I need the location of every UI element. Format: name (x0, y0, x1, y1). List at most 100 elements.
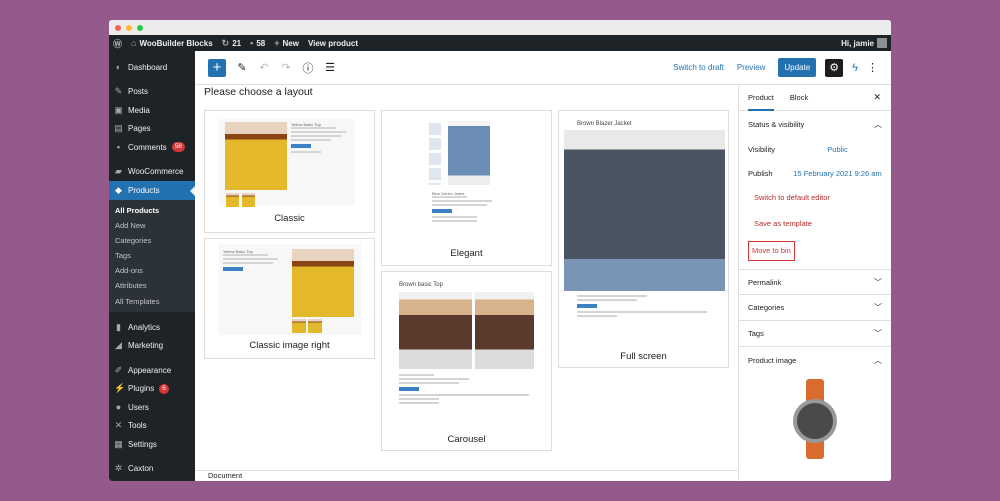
layout-card-elegant[interactable]: Blue Denim Jeans Elegant (381, 110, 552, 266)
sidebar-item-media[interactable]: ▣ Media (109, 101, 195, 120)
woo-icon: ▰ (115, 166, 122, 177)
site-name-link[interactable]: ⌂ WooBuilder Blocks (131, 38, 213, 48)
sidebar-item-appearance[interactable]: ✐ Appearance (109, 361, 195, 380)
sidebar-item-marketing[interactable]: ◢ Marketing (109, 336, 195, 355)
submenu-categories[interactable]: Categories (109, 233, 195, 248)
brown-top-image-1 (399, 292, 472, 369)
wordpress-logo-icon[interactable]: Ⓦ (113, 37, 122, 50)
publish-date-toggle[interactable]: 15 February 2021 9:26 am (793, 169, 882, 178)
update-button[interactable]: Update (778, 58, 817, 77)
chevron-down-icon: ﹀ (874, 329, 882, 338)
wrench-icon: ✕ (114, 420, 123, 431)
maximize-window-button[interactable] (137, 24, 143, 31)
elegant-product-summary: Blue Denim Jeans (432, 191, 502, 224)
close-window-button[interactable] (115, 24, 121, 31)
sidebar-item-posts[interactable]: ✎ Posts (109, 83, 195, 102)
account-menu[interactable]: Hi, jamie (841, 38, 887, 48)
status-visibility-panel-header[interactable]: Status & visibility ︿ (739, 111, 891, 137)
more-options-icon[interactable]: ⋮ (867, 61, 878, 74)
comment-icon: ▪ (250, 38, 254, 48)
updates-link[interactable]: ↻ 21 (222, 38, 241, 49)
submenu-attributes[interactable]: Attributes (109, 278, 195, 293)
comment-icon: ▪ (116, 142, 121, 153)
plus-icon: + (274, 38, 280, 48)
lightning-icon[interactable]: ϟ (852, 62, 858, 74)
editor-toolbar: + ✎ ↶ ↷ ⓘ ☰ Switch to draft Preview Upda… (195, 51, 891, 85)
minimize-window-button[interactable] (126, 24, 132, 31)
classic-right-product-summary: Yellow Basic Top (223, 249, 283, 274)
yellow-top-product-image (292, 249, 354, 317)
view-product-link[interactable]: View product (308, 39, 358, 48)
submenu-all-templates[interactable]: All Templates (109, 294, 195, 309)
submenu-all-products[interactable]: All Products (109, 203, 195, 218)
add-block-button[interactable]: + (208, 58, 226, 77)
window-titlebar (109, 20, 891, 35)
sidebar-item-comments[interactable]: ▪ Comments 58 (109, 138, 195, 157)
submenu-add-new[interactable]: Add New (109, 218, 195, 233)
layout-label-elegant: Elegant (450, 248, 483, 259)
layout-chooser: Please choose a layout Yellow Basic Top … (195, 85, 738, 470)
visibility-toggle[interactable]: Public (793, 145, 882, 154)
redo-icon[interactable]: ↷ (280, 61, 292, 74)
user-icon: ● (115, 402, 122, 413)
sidebar-item-users[interactable]: ● Users (109, 398, 195, 417)
pin-icon: ✎ (114, 86, 123, 97)
layout-card-full-screen[interactable]: Brown Blazer Jacket Full screen (558, 110, 729, 368)
block-editor: + ✎ ↶ ↷ ⓘ ☰ Switch to draft Preview Upda… (195, 51, 891, 481)
home-icon: ⌂ (131, 38, 137, 48)
tags-panel-header[interactable]: Tags ﹀ (739, 321, 891, 347)
plug-icon: ⚡ (114, 383, 126, 394)
sidebar-item-tools[interactable]: ✕ Tools (109, 416, 195, 435)
box-icon: ◆ (115, 184, 122, 195)
layout-label-full-screen: Full screen (620, 351, 667, 362)
preview-button[interactable]: Preview (737, 63, 765, 72)
sidebar-item-woocommerce[interactable]: ▰ WooCommerce (109, 163, 195, 182)
permalink-panel-header[interactable]: Permalink ﹀ (739, 269, 891, 295)
browser-window: Ⓦ ⌂ WooBuilder Blocks ↻ 21 ▪ 58 + New View p… (109, 20, 891, 481)
edit-pencil-icon[interactable]: ✎ (236, 61, 248, 74)
block-breadcrumb[interactable]: Document (195, 470, 738, 481)
product-image-watch[interactable] (785, 379, 845, 459)
layout-label-classic: Classic (274, 213, 305, 224)
info-icon[interactable]: ⓘ (302, 60, 314, 76)
admin-sidebar: ◐ Dashboard ✎ Posts ▣ Media ▤ Pages ▪ Comment… (109, 51, 195, 481)
brown-top-image-2 (475, 292, 534, 369)
list-view-icon[interactable]: ☰ (324, 61, 336, 74)
layout-card-carousel[interactable]: Brown basic Top Carousel (381, 271, 552, 451)
sidebar-item-caxton[interactable]: ✲ Caxton (109, 459, 195, 478)
comments-link[interactable]: ▪ 58 (250, 38, 265, 48)
save-as-template-link[interactable]: Save as template (739, 211, 891, 237)
layout-card-classic[interactable]: Yellow Basic Top Classic (204, 110, 375, 233)
layout-card-classic-image-right[interactable]: Yellow Basic Top Classic image right (204, 238, 375, 359)
sidebar-item-plugins[interactable]: ⚡ Plugins 6 (109, 379, 195, 398)
submenu-tags[interactable]: Tags (109, 248, 195, 263)
chevron-up-icon: ︿ (874, 119, 882, 129)
categories-panel-header[interactable]: Categories ﹀ (739, 295, 891, 321)
sidebar-item-settings[interactable]: ▦ Settings (109, 435, 195, 454)
carousel-product-summary (399, 374, 529, 406)
tab-product[interactable]: Product (748, 85, 774, 111)
publish-row: Publish 15 February 2021 9:26 am (748, 168, 882, 178)
brush-icon: ✐ (114, 364, 123, 375)
sidebar-item-pages[interactable]: ▤ Pages (109, 120, 195, 139)
sidebar-item-dashboard[interactable]: ◐ Dashboard (109, 58, 195, 77)
product-image-panel-header[interactable]: Product image ︿ (739, 347, 891, 373)
sidebar-item-products[interactable]: ◆ Products (109, 181, 195, 200)
refresh-icon: ↻ (221, 37, 230, 48)
undo-icon[interactable]: ↶ (258, 61, 270, 74)
sidebar-item-analytics[interactable]: ▮ Analytics (109, 318, 195, 337)
gallery-thumb (226, 193, 239, 207)
switch-to-draft-button[interactable]: Switch to draft (673, 63, 724, 72)
close-icon[interactable]: ✕ (873, 92, 881, 103)
chevron-down-icon: ﹀ (874, 303, 882, 312)
settings-icon: ▦ (114, 438, 123, 449)
gallery-thumb (242, 193, 255, 207)
submenu-add-ons[interactable]: Add-ons (109, 263, 195, 278)
move-to-bin-button[interactable]: Move to bin (748, 241, 795, 261)
tab-block[interactable]: Block (790, 85, 808, 111)
classic-product-summary: Yellow Basic Top (291, 122, 351, 155)
new-content-link[interactable]: + New (274, 38, 299, 48)
chevron-up-icon: ︿ (874, 355, 882, 365)
switch-default-editor-link[interactable]: Switch to default editor (739, 185, 891, 211)
settings-gear-icon[interactable]: ⚙ (825, 58, 844, 77)
